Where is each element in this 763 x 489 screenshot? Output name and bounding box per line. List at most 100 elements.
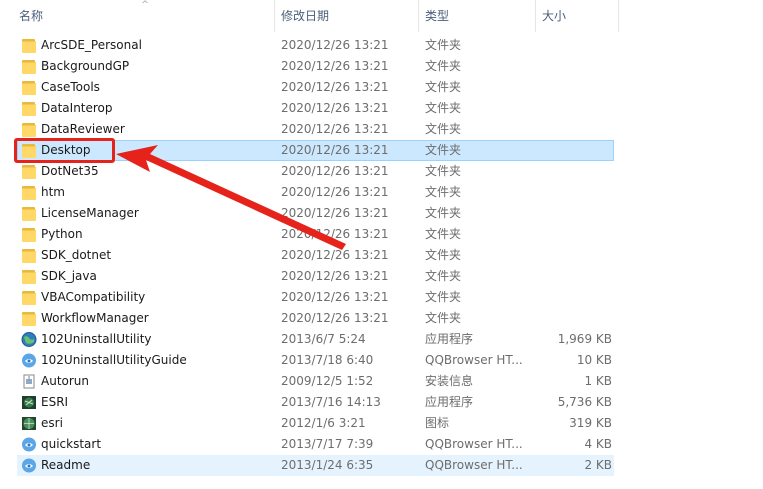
file-size	[535, 162, 612, 181]
file-type: 文件夹	[425, 38, 462, 52]
file-modified-date: 2020/12/26 13:21	[281, 122, 389, 136]
esri-app-icon	[21, 395, 37, 410]
folder-icon	[21, 269, 37, 284]
file-size	[535, 99, 612, 118]
file-modified-date: 2020/12/26 13:21	[281, 143, 389, 157]
file-row[interactable]: BackgroundGP 2020/12/26 13:21 文件夹	[17, 56, 614, 77]
file-name: CaseTools	[41, 80, 100, 94]
file-row[interactable]: esri 2012/1/6 3:21 图标 319 KB	[17, 413, 614, 434]
file-modified-date: 2020/12/26 13:21	[281, 38, 389, 52]
file-type: 文件夹	[425, 80, 462, 94]
file-row[interactable]: CaseTools 2020/12/26 13:21 文件夹	[17, 77, 614, 98]
folder-icon	[21, 185, 37, 200]
folder-icon	[21, 122, 37, 137]
file-row[interactable]: DotNet35 2020/12/26 13:21 文件夹	[17, 161, 614, 182]
folder-icon	[21, 248, 37, 263]
file-row[interactable]: Python 2020/12/26 13:21 文件夹	[17, 224, 614, 245]
file-size	[535, 141, 612, 160]
file-type: 文件夹	[425, 290, 462, 304]
file-name: Desktop	[41, 143, 91, 157]
folder-icon	[21, 227, 37, 242]
file-name: BackgroundGP	[41, 59, 130, 73]
file-name: SDK_java	[41, 269, 97, 283]
file-row[interactable]: htm 2020/12/26 13:21 文件夹	[17, 182, 614, 203]
file-size	[535, 246, 612, 265]
sort-ascending-icon: ^	[141, 0, 149, 10]
file-size	[535, 78, 612, 97]
file-name: DotNet35	[41, 164, 99, 178]
file-row[interactable]: 102UninstallUtility 2013/6/7 5:24 应用程序 1,96…	[17, 329, 614, 350]
file-type: 安装信息	[425, 374, 474, 388]
file-modified-date: 2012/1/6 3:21	[281, 416, 366, 430]
file-type: QQBrowser HT...	[425, 458, 523, 472]
folder-icon	[21, 80, 37, 95]
file-type: 文件夹	[425, 101, 462, 115]
file-row[interactable]: SDK_dotnet 2020/12/26 13:21 文件夹	[17, 245, 614, 266]
file-type: 应用程序	[425, 395, 474, 409]
file-size: 1 KB	[584, 374, 612, 388]
file-row[interactable]: DataReviewer 2020/12/26 13:21 文件夹	[17, 119, 614, 140]
column-header-type-label: 类型	[425, 9, 450, 23]
file-name: DataInterop	[41, 101, 113, 115]
column-header-date[interactable]: 修改日期	[275, 0, 419, 32]
file-size	[535, 120, 612, 139]
file-name: ArcSDE_Personal	[41, 38, 142, 52]
file-row[interactable]: WorkflowManager 2020/12/26 13:21 文件夹	[17, 308, 614, 329]
file-row[interactable]: Readme 2013/1/24 6:35 QQBrowser HT... 2 KB	[17, 455, 614, 476]
file-row[interactable]: ArcSDE_Personal 2020/12/26 13:21 文件夹	[17, 35, 614, 56]
esri-globe-icon	[21, 416, 37, 431]
file-row[interactable]: ESRI 2013/7/16 14:13 应用程序 5,736 KB	[17, 392, 614, 413]
file-type: 文件夹	[425, 206, 462, 220]
file-size	[535, 225, 612, 244]
folder-icon	[21, 101, 37, 116]
file-type: 文件夹	[425, 164, 462, 178]
file-size	[535, 57, 612, 76]
column-header-date-label: 修改日期	[281, 9, 330, 23]
folder-icon	[21, 164, 37, 179]
file-size: 2 KB	[584, 458, 612, 472]
browser-document-icon	[21, 458, 37, 473]
file-size: 10 KB	[576, 353, 612, 367]
file-name: DataReviewer	[41, 122, 125, 136]
globe-app-icon	[21, 332, 37, 347]
file-type: 图标	[425, 416, 450, 430]
file-name: quickstart	[41, 437, 102, 451]
file-modified-date: 2020/12/26 13:21	[281, 80, 389, 94]
folder-icon	[21, 311, 37, 326]
browser-document-icon	[21, 353, 37, 368]
browser-document-icon	[21, 437, 37, 452]
file-size	[535, 183, 612, 202]
file-row[interactable]: SDK_java 2020/12/26 13:21 文件夹	[17, 266, 614, 287]
column-header-bar: 名称 ^ 修改日期 类型 大小	[0, 0, 763, 32]
file-row[interactable]: quickstart 2013/7/17 7:39 QQBrowser HT... 4…	[17, 434, 614, 455]
file-row[interactable]: LicenseManager 2020/12/26 13:21 文件夹	[17, 203, 614, 224]
file-modified-date: 2009/12/5 1:52	[281, 374, 374, 388]
file-modified-date: 2020/12/26 13:21	[281, 248, 389, 262]
file-modified-date: 2013/7/16 14:13	[281, 395, 381, 409]
file-name: VBACompatibility	[41, 290, 146, 304]
column-header-type[interactable]: 类型	[419, 0, 536, 32]
file-name: SDK_dotnet	[41, 248, 112, 262]
file-row[interactable]: 102UninstallUtilityGuide 2013/7/18 6:40 QQ…	[17, 350, 614, 371]
file-size: 4 KB	[584, 437, 612, 451]
file-row[interactable]: DataInterop 2020/12/26 13:21 文件夹	[17, 98, 614, 119]
file-size	[535, 204, 612, 223]
file-name: Autorun	[41, 374, 90, 388]
file-name: WorkflowManager	[41, 311, 149, 325]
file-row[interactable]: Desktop 2020/12/26 13:21 文件夹	[17, 140, 614, 161]
file-size	[535, 36, 612, 55]
file-row[interactable]: VBACompatibility 2020/12/26 13:21 文件夹	[17, 287, 614, 308]
column-header-size[interactable]: 大小	[536, 0, 619, 32]
file-name: 102UninstallUtilityGuide	[41, 353, 187, 367]
folder-icon	[21, 143, 37, 158]
column-header-size-label: 大小	[542, 9, 567, 23]
file-type: 文件夹	[425, 59, 462, 73]
folder-icon	[21, 38, 37, 53]
file-modified-date: 2013/7/17 7:39	[281, 437, 374, 451]
column-header-name-label: 名称	[19, 9, 44, 23]
file-modified-date: 2020/12/26 13:21	[281, 206, 389, 220]
file-row[interactable]: Autorun 2009/12/5 1:52 安装信息 1 KB	[17, 371, 614, 392]
file-size: 5,736 KB	[557, 395, 612, 409]
file-modified-date: 2020/12/26 13:21	[281, 311, 389, 325]
file-name: 102UninstallUtility	[41, 332, 152, 346]
